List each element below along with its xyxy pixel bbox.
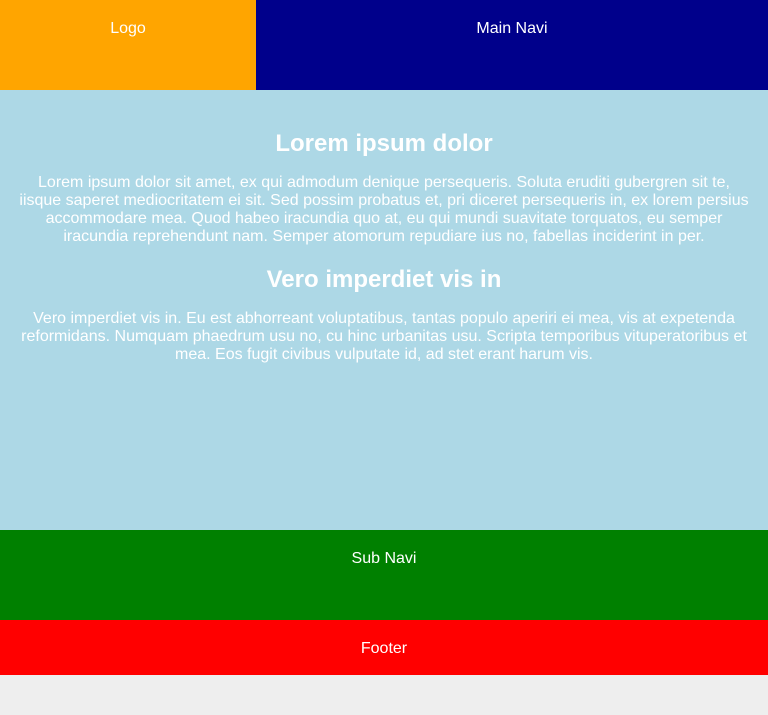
header: Logo Main Navi xyxy=(0,0,768,90)
main-navigation[interactable]: Main Navi xyxy=(256,0,768,90)
main-navi-label: Main Navi xyxy=(476,20,548,37)
sub-navi-label: Sub Navi xyxy=(351,550,417,567)
logo-label: Logo xyxy=(110,20,146,37)
logo[interactable]: Logo xyxy=(0,0,256,90)
footer-label: Footer xyxy=(360,640,408,657)
content-paragraph-1: Lorem ipsum dolor sit amet, ex qui admod… xyxy=(19,174,749,245)
footer: Footer xyxy=(0,620,768,675)
content-paragraph-2: Vero imperdiet vis in. Eu est abhorreant… xyxy=(21,310,747,363)
main-content: Lorem ipsum dolor Lorem ipsum dolor sit … xyxy=(0,90,768,530)
content-heading-1: Lorem ipsum dolor xyxy=(275,130,493,157)
content-heading-2: Vero imperdiet vis in xyxy=(266,266,502,293)
sub-navigation[interactable]: Sub Navi xyxy=(0,530,768,620)
